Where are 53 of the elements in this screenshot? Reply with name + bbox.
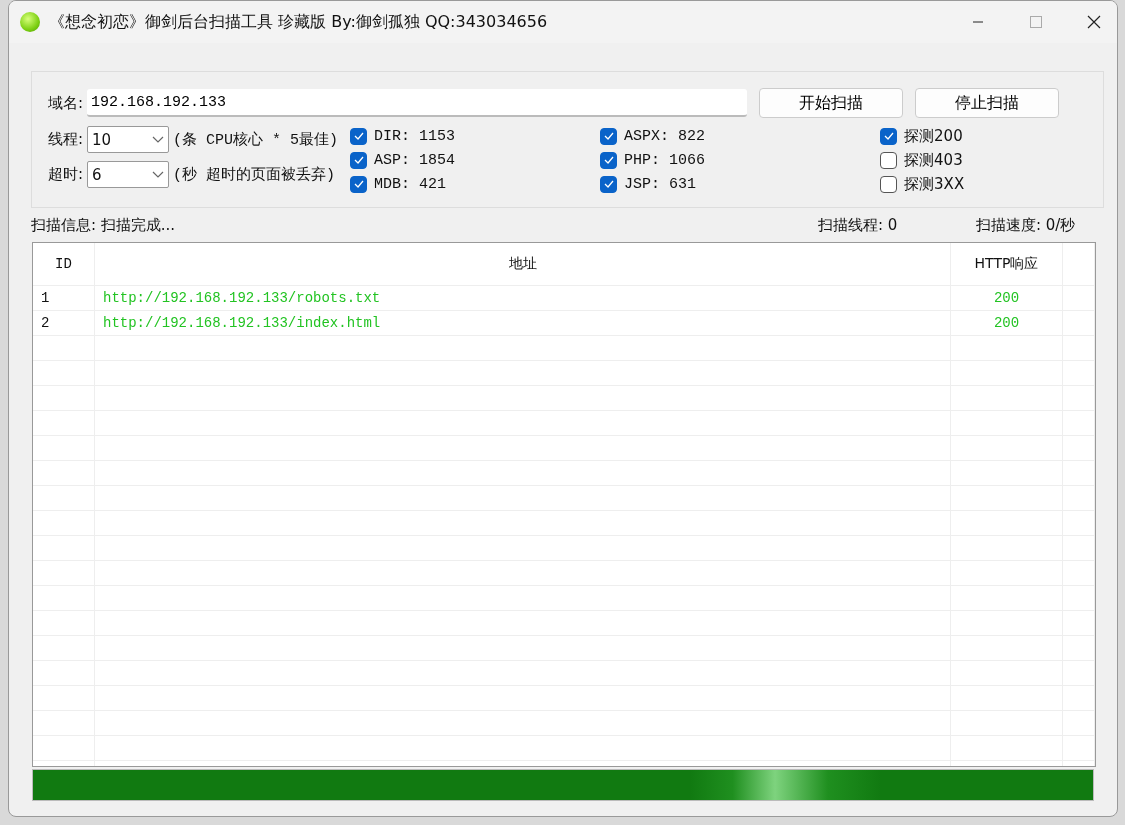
checkbox-label: ASP: 1854 bbox=[374, 151, 456, 169]
close-icon bbox=[1087, 15, 1101, 29]
check-icon bbox=[603, 132, 614, 140]
checkbox-label: 探测403 bbox=[904, 150, 963, 170]
chevron-down-icon bbox=[152, 135, 165, 144]
checkbox[interactable] bbox=[350, 175, 368, 193]
checkbox-label: JSP: 631 bbox=[624, 175, 697, 193]
checkbox[interactable] bbox=[880, 175, 898, 193]
check-icon bbox=[883, 132, 894, 140]
table-cell: http://192.168.192.133/robots.txt bbox=[95, 286, 951, 310]
checkbox-label: DIR: 1153 bbox=[374, 127, 456, 145]
table-cell: http://192.168.192.133/index.html bbox=[95, 311, 951, 335]
column-header[interactable]: ID bbox=[33, 243, 95, 285]
checkbox-label: 探测3XX bbox=[904, 174, 965, 194]
checkbox[interactable] bbox=[600, 127, 618, 145]
option-hint: (秒 超时的页面被丢弃) bbox=[173, 165, 336, 184]
column-header[interactable]: 地址 bbox=[95, 243, 951, 285]
domain-label: 域名: bbox=[48, 93, 84, 113]
check-icon bbox=[603, 156, 614, 164]
table-cell: 200 bbox=[951, 286, 1063, 310]
checkbox[interactable] bbox=[880, 151, 898, 169]
scan-button[interactable]: 停止扫描 bbox=[915, 88, 1060, 118]
checkbox-label: ASPX: 822 bbox=[624, 127, 706, 145]
dropdown[interactable]: 10 bbox=[87, 126, 170, 153]
checkbox[interactable] bbox=[880, 127, 898, 145]
option-label: 超时: bbox=[48, 165, 84, 184]
option-label: 线程: bbox=[48, 130, 84, 149]
domain-input[interactable]: 192.168.192.133 bbox=[87, 89, 748, 117]
table-cell: 1 bbox=[33, 286, 95, 310]
scan-info: 扫描信息: 扫描完成... bbox=[31, 215, 177, 235]
checkbox[interactable] bbox=[350, 127, 368, 145]
dropdown[interactable]: 6 bbox=[87, 161, 170, 188]
scan-speed: 扫描速度: 0/秒 bbox=[976, 215, 1077, 235]
orb-icon bbox=[20, 12, 40, 32]
table-cell: 200 bbox=[951, 311, 1063, 335]
column-header[interactable]: HTTP响应 bbox=[951, 243, 1063, 285]
maximize-icon bbox=[1030, 16, 1042, 28]
check-icon bbox=[353, 156, 364, 164]
option-hint: (条 CPU核心 * 5最佳) bbox=[173, 130, 339, 149]
checkbox[interactable] bbox=[350, 151, 368, 169]
check-icon bbox=[353, 180, 364, 188]
table-cell: 2 bbox=[33, 311, 95, 335]
window-title: 《想念初恋》御剑后台扫描工具 珍藏版 By:御剑孤独 QQ:343034656 bbox=[49, 11, 548, 33]
scan-button[interactable]: 开始扫描 bbox=[759, 88, 904, 118]
checkbox-label: MDB: 421 bbox=[374, 175, 447, 193]
check-icon bbox=[353, 132, 364, 140]
check-icon bbox=[603, 180, 614, 188]
scan-threads: 扫描线程: 0 bbox=[818, 215, 899, 235]
checkbox[interactable] bbox=[600, 151, 618, 169]
checkbox-label: PHP: 1066 bbox=[624, 151, 706, 169]
checkbox[interactable] bbox=[600, 175, 618, 193]
checkbox-label: 探测200 bbox=[904, 126, 963, 146]
chevron-down-icon bbox=[152, 170, 165, 179]
